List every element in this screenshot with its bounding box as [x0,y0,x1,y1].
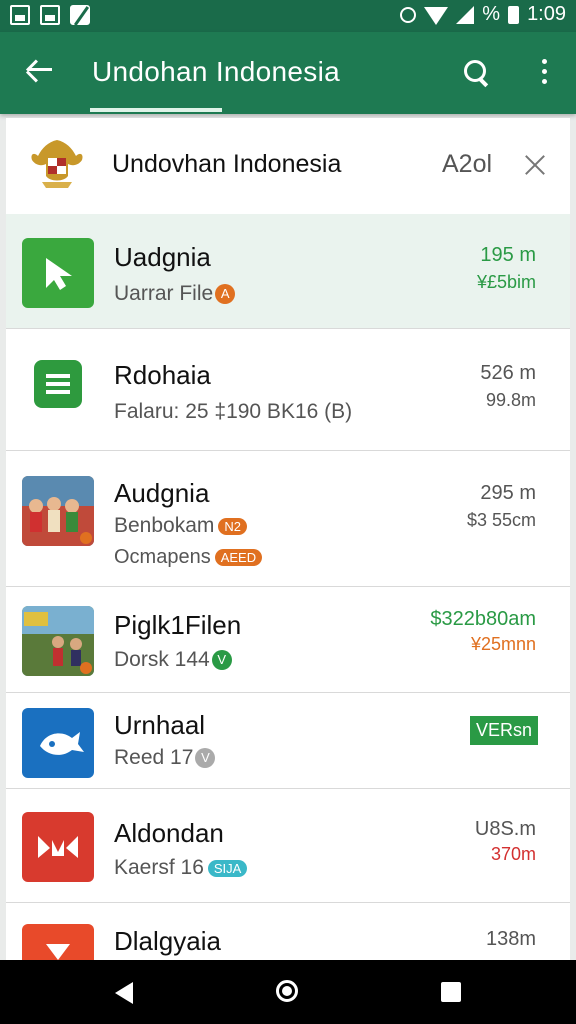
gallery-icon [10,5,30,25]
list-item[interactable]: Rdohaia Falaru: 25 ‡190 BK16 (B) 526 m 9… [6,328,570,451]
nav-recents-icon[interactable] [441,982,461,1002]
green-arrow-icon [22,238,94,308]
app-notification-icon [70,5,90,25]
garuda-emblem-icon [31,140,83,188]
photo-people-icon [22,476,94,546]
red-shape-icon [22,924,94,960]
list-item[interactable]: Dlalgyaia 138m [6,902,570,960]
clock: 1:09 [527,3,566,25]
item-name: Uadgnia [114,242,211,272]
status-bar: % 1:09 [0,0,576,32]
info-badge: V [195,748,216,769]
item-subtitle: Reed 17 V [114,746,216,770]
item-value-secondary: $3 55cm [466,510,536,530]
item-value-primary: U8S.m [474,818,536,840]
list-item[interactable]: Audgnia Benbokam N2 Ocmapens AEED 295 m $3… [6,450,570,587]
photo-market-icon [22,606,94,676]
nav-home-icon[interactable] [276,980,298,1002]
green-list-icon [34,360,82,408]
list-item[interactable]: Piglk1Filen Dorsk 144 V $322b80am ¥25mnn [6,586,570,693]
verified-badge: V [211,650,232,671]
image-notification-icon [40,5,60,25]
item-value-primary: 526 m [480,362,536,384]
overflow-menu-icon[interactable] [538,59,550,89]
item-value-primary: 138m [485,928,536,950]
wifi-icon [424,6,449,25]
list-header-aux: A2ol [442,150,493,178]
app-bar: Undohan Indonesia [0,32,576,114]
signal-icon [456,5,475,24]
system-nav-bar [0,960,576,1024]
alarm-icon [400,6,417,23]
nav-back-icon[interactable] [115,982,133,1004]
battery-percent: % [482,3,501,25]
item-value-primary: 195 m [480,244,536,266]
back-arrow-icon[interactable] [24,54,56,86]
list-item[interactable]: Urnhaal Reed 17 V VERsn [6,692,570,789]
search-icon[interactable] [462,58,492,88]
item-value-secondary: 370m [490,844,536,864]
battery-icon [508,5,520,24]
item-value-secondary: 99.8m [485,390,536,410]
item-value-secondary: ¥25mnn [470,634,536,654]
status-badge: AEED [214,549,263,567]
list-header: Undovhan Indonesia A2ol [6,118,570,215]
item-name: Urnhaal [114,710,206,740]
version-tag: VERsn [469,716,538,745]
item-subtitle: Kaersf 16 SIJA [114,856,248,880]
app-bar-title[interactable]: Undohan Indonesia [92,56,340,88]
item-subtitle: Benbokam N2 [114,514,248,538]
item-name: Rdohaia [114,360,211,390]
item-name: Aldondan [114,818,224,848]
item-value-primary: $322b80am [430,608,536,630]
blue-fish-icon [22,708,94,778]
item-subtitle: Falaru: 25 ‡190 BK16 (B) [114,400,353,423]
status-badge: A [215,284,236,305]
tab-indicator [90,108,222,112]
item-subtitle-secondary: Ocmapens AEED [114,546,263,569]
red-m-icon [22,812,94,882]
status-badge: N2 [218,517,248,535]
item-subtitle: Uarrar File A [114,282,236,306]
list-item[interactable]: Uadgnia Uarrar File A 195 m ¥£5bim [6,214,570,329]
item-name: Dlalgyaia [114,926,221,956]
item-value-secondary: ¥£5bim [476,272,536,292]
results-list: Undovhan Indonesia A2ol Uadgnia Uarrar F… [6,118,570,960]
status-badge: SIJA [207,859,248,877]
list-item[interactable]: Aldondan Kaersf 16 SIJA U8S.m 370m [6,788,570,903]
item-subtitle: Dorsk 144 V [114,648,232,672]
close-icon[interactable] [524,154,546,176]
item-name: Audgnia [114,478,210,508]
item-value-primary: 295 m [480,482,536,504]
item-name: Piglk1Filen [114,610,242,640]
list-header-title: Undovhan Indonesia [112,150,342,178]
